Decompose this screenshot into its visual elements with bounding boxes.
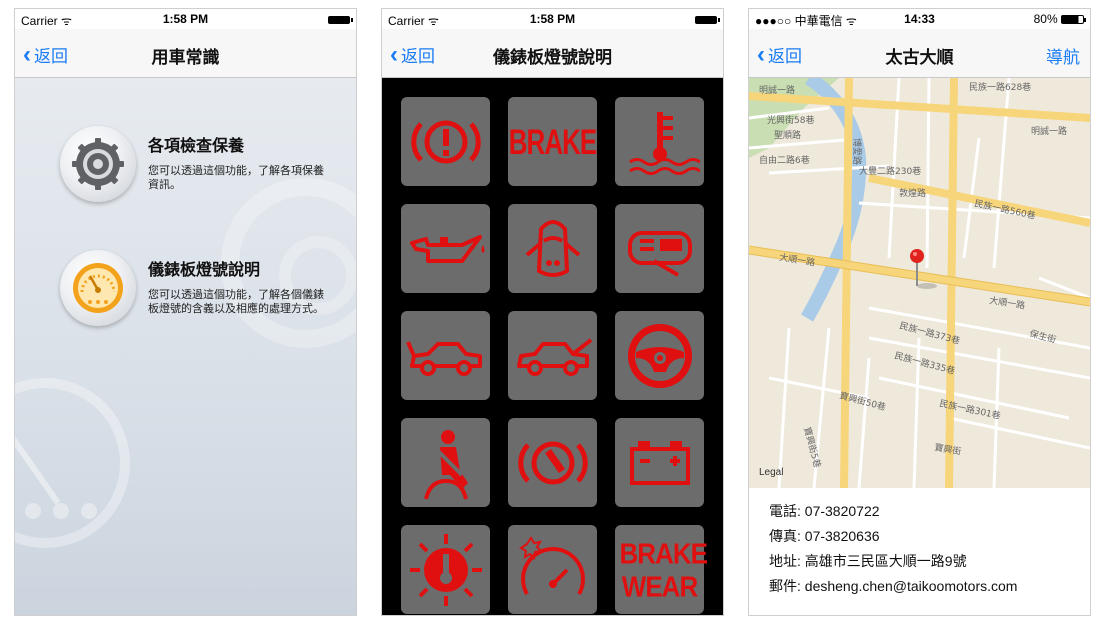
brake-wear-text-icon: BRAKE WEAR [619, 536, 708, 603]
map-label: 明誠一路 [759, 84, 795, 96]
speedometer-icon [60, 250, 136, 326]
engine-temperature-icon [409, 533, 482, 606]
location-pin-icon[interactable] [909, 248, 937, 292]
back-label: 返回 [768, 47, 802, 66]
phone-number[interactable]: 電話: 07-3820722 [769, 499, 1017, 524]
address: 地址: 高雄市三民區大順一路9號 [769, 553, 967, 569]
battery-warning-icon [629, 440, 690, 485]
steering-wheel-icon [627, 323, 692, 388]
tile-speedometer-warning[interactable] [508, 525, 597, 614]
chevron-left-icon: ‹ [757, 40, 765, 68]
map-label: 光興街58巷 [767, 114, 814, 126]
menu-item-inspection[interactable]: 各項檢查保養 您可以透過這個功能，了解各項保養資訊。 [60, 126, 344, 202]
back-label: 返回 [401, 47, 435, 66]
map-label: 博愛路 [851, 138, 863, 165]
brake-text-icon: BRAKE [508, 121, 597, 162]
email[interactable]: 郵件: desheng.chen@taikoomotors.com [769, 574, 1017, 599]
status-bar: Carrier ᯤ 1:58 PM [382, 9, 723, 29]
back-label: 返回 [34, 47, 68, 66]
chevron-left-icon: ‹ [23, 40, 31, 68]
menu-description: 您可以透過這個功能，了解各個儀錶板燈號的含義以及相應的處理方式。 [148, 289, 324, 315]
tile-seatbelt[interactable] [401, 418, 490, 507]
seatbelt-icon [423, 429, 468, 500]
oil-pressure-icon [409, 234, 484, 263]
coolant-temperature-icon [628, 111, 700, 175]
tile-brake-pad[interactable] [508, 418, 597, 507]
map-label: 聖順路 [774, 129, 801, 141]
warning-light-grid-area: BRAKE BRAKE WEAR [382, 78, 723, 615]
speedometer-warning-icon [518, 535, 585, 595]
battery-status: 80% [1034, 12, 1086, 26]
battery-icon [1061, 15, 1086, 25]
content-area: 各項檢查保養 您可以透過這個功能，了解各項保養資訊。 儀錶板燈號說明 您可以透過… [15, 78, 356, 615]
tile-engine-temperature[interactable] [401, 525, 490, 614]
nav-bar: ‹ 返回 用車常識 [15, 29, 356, 78]
menu-title: 儀錶板燈號說明 [148, 262, 261, 279]
chevron-left-icon: ‹ [390, 40, 398, 68]
headlight-icon [627, 230, 692, 277]
background-dots [25, 503, 109, 524]
menu-title: 各項檢查保養 [148, 138, 245, 155]
tile-oil-pressure[interactable] [401, 204, 490, 293]
tile-trunk-open[interactable] [401, 311, 490, 400]
status-time: 1:58 PM [162, 12, 209, 26]
brake-pad-icon [517, 441, 588, 484]
tile-door-open[interactable] [508, 204, 597, 293]
navigate-button[interactable]: 導航 [1046, 43, 1080, 68]
battery-icon [328, 12, 353, 26]
screen-maintenance-tips: Carrier ᯤ 1:58 PM ‹ 返回 用車常識 各項檢查保養 您可以透過… [14, 8, 357, 616]
tile-headlight[interactable] [615, 204, 704, 293]
brake-warning-icon [410, 120, 481, 163]
back-button[interactable]: ‹ 返回 [390, 42, 435, 67]
tile-steering-wheel[interactable] [615, 311, 704, 400]
menu-item-dashboard-lights[interactable]: 儀錶板燈號說明 您可以透過這個功能，了解各個儀錶板燈號的含義以及相應的處理方式。 [60, 250, 344, 326]
nav-bar: ‹ 返回 儀錶板燈號說明 [382, 29, 723, 78]
tile-brake[interactable]: BRAKE [508, 97, 597, 186]
map-view[interactable]: 明誠一路 光興街58巷 聖順路 自由二路6巷 民族一路628巷 明誠一路 博愛路… [749, 78, 1090, 488]
tile-coolant-temperature[interactable] [615, 97, 704, 186]
gear-icon [60, 126, 136, 202]
map-label: 民族一路628巷 [969, 81, 1031, 93]
status-time: 1:58 PM [529, 12, 576, 26]
battery-icon [695, 12, 720, 26]
status-bar: ●●●○○ 中華電信 ᯤ 14:33 80% [749, 9, 1090, 29]
map-label: 大豐二路230巷 [859, 165, 921, 177]
trunk-open-icon [405, 340, 482, 376]
map-label: 明誠一路 [1031, 125, 1067, 137]
warning-light-grid: BRAKE BRAKE WEAR [401, 97, 708, 614]
status-bar: Carrier ᯤ 1:58 PM [15, 9, 356, 29]
tile-battery[interactable] [615, 418, 704, 507]
page-title: 太古大順 [885, 48, 954, 67]
tile-hood-open[interactable] [508, 311, 597, 400]
back-button[interactable]: ‹ 返回 [757, 42, 802, 67]
fax-number: 傳真: 07-3820636 [769, 528, 880, 544]
page-title: 用車常識 [151, 48, 220, 67]
tile-brake-warning[interactable] [401, 97, 490, 186]
back-button[interactable]: ‹ 返回 [23, 42, 68, 67]
menu-description: 您可以透過這個功能，了解各項保養資訊。 [148, 165, 324, 191]
nav-bar: ‹ 返回 太古大順 導航 [749, 29, 1090, 78]
screen-dealer-location: ●●●○○ 中華電信 ᯤ 14:33 80% ‹ 返回 太古大順 導航 明誠一路… [748, 8, 1091, 616]
map-label: 自由二路6巷 [759, 154, 810, 166]
tile-brake-wear[interactable]: BRAKE WEAR [615, 525, 708, 614]
page-title: 儀錶板燈號說明 [493, 48, 612, 67]
map-label: 敦煌路 [899, 187, 926, 199]
door-open-icon [525, 219, 580, 277]
screen-dashboard-lights: Carrier ᯤ 1:58 PM ‹ 返回 儀錶板燈號說明 BRAKE BRA… [381, 8, 724, 616]
map-legal-link[interactable]: Legal [759, 467, 783, 478]
dealer-info: 電話: 07-3820722 傳真: 07-3820636 地址: 高雄市三民區… [769, 499, 1017, 599]
hood-open-icon [516, 337, 592, 376]
